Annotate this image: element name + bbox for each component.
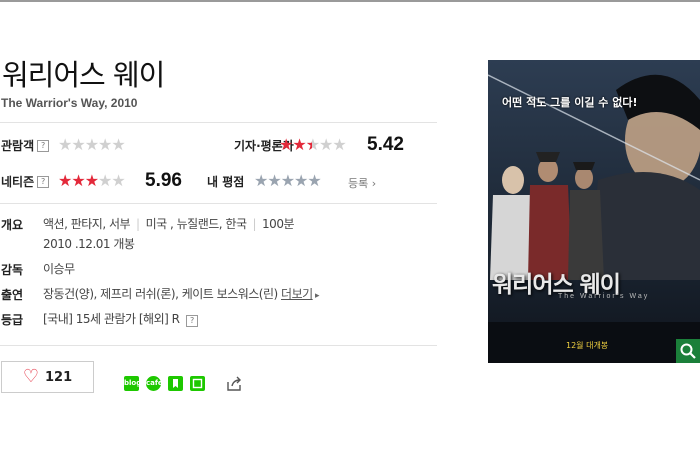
grade-intl-value: R xyxy=(171,312,180,326)
release-date[interactable]: 2010 .12.01 개봉 xyxy=(43,235,135,252)
netizen-stars: ★★★★★ xyxy=(58,171,126,190)
bookmark-share-icon[interactable] xyxy=(168,376,183,391)
movie-title: 워리어스 웨이 xyxy=(2,58,165,92)
cast-line: 장동건(양), 제프리 러쉬(론), 케이트 보스워스(린) 더보기 ▸ xyxy=(43,287,320,301)
netizen-score: 5.96 xyxy=(145,170,182,191)
overview-line: 액션, 판타지, 서부 | 미국 , 뉴질랜드, 한국 | 100분 xyxy=(43,217,294,231)
poster-english-title: The Warrior's Way xyxy=(558,293,650,300)
blog-share-icon[interactable]: blog xyxy=(124,376,141,391)
divider xyxy=(0,122,437,123)
divider xyxy=(0,345,437,346)
zoom-button[interactable] xyxy=(676,339,700,363)
help-icon[interactable]: ? xyxy=(37,139,50,152)
runtime: 100분 xyxy=(262,217,294,231)
my-rating-label: 내 평점 xyxy=(207,175,245,189)
grade-kr-value[interactable]: 15세 관람가 xyxy=(76,312,136,326)
cafe-share-icon[interactable]: cafe xyxy=(146,376,163,391)
cast-names[interactable]: 장동건(양), 제프리 러쉬(론), 케이트 보스워스(린) xyxy=(43,287,278,301)
share-icon[interactable] xyxy=(226,375,243,392)
cast-label: 출연 xyxy=(1,288,24,302)
movie-poster[interactable]: 어떤 적도 그를 이길 수 없다! 워리어스 웨이 The Warrior's … xyxy=(488,60,700,363)
poster-tagline: 어떤 적도 그를 이길 수 없다! xyxy=(502,96,638,109)
critic-stars: ★★★ ★★ xyxy=(279,137,347,154)
audience-stars: ★★★★★ xyxy=(58,135,126,154)
critic-score: 5.42 xyxy=(367,134,404,155)
help-icon[interactable]: ? xyxy=(185,315,198,327)
my-rating-stars[interactable]: ★★★★★ xyxy=(254,173,322,189)
genres[interactable]: 액션, 판타지, 서부 xyxy=(43,217,131,231)
director-label: 감독 xyxy=(1,263,24,277)
audience-rating-label: 관람객? xyxy=(1,137,50,154)
overview-label: 개요 xyxy=(1,218,24,232)
grade-label: 등급 xyxy=(1,313,24,327)
countries[interactable]: 미국 , 뉴질랜드, 한국 xyxy=(146,217,247,231)
top-border xyxy=(0,0,700,2)
memo-share-icon[interactable] xyxy=(190,376,205,391)
director-name[interactable]: 이승무 xyxy=(43,260,75,277)
netizen-rating-label: 네티즌? xyxy=(1,173,50,190)
like-count: 121 xyxy=(45,369,73,385)
poster-release: 12월 대개봉 xyxy=(566,341,609,350)
divider xyxy=(0,203,437,204)
help-icon[interactable]: ? xyxy=(37,175,50,188)
movie-subtitle: The Warrior's Way, 2010 xyxy=(1,96,138,110)
like-button[interactable]: ♡ 121 xyxy=(1,361,94,393)
search-icon xyxy=(680,343,696,359)
register-rating-link[interactable]: 등록 › xyxy=(348,175,376,191)
heart-icon: ♡ xyxy=(22,366,39,387)
grade-line: [국내] 15세 관람가 [해외] R ? xyxy=(43,310,198,327)
more-link[interactable]: 더보기 xyxy=(281,287,313,301)
